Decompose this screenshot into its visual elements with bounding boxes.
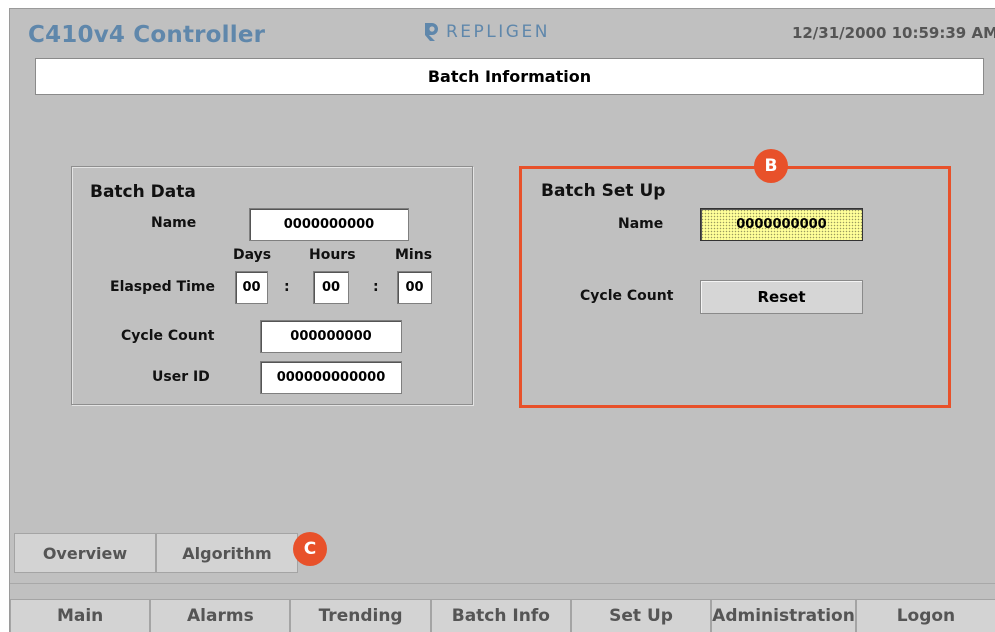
setup-cycle-count-label: Cycle Count (580, 288, 674, 304)
reset-button[interactable]: Reset (700, 280, 863, 314)
nav-tab-alarms[interactable]: Alarms (150, 599, 291, 632)
nav-tab-administration[interactable]: Administration (711, 599, 856, 632)
nav-tab-set-up[interactable]: Set Up (570, 599, 712, 632)
hours-label: Hours (309, 247, 356, 263)
nav-tab-main[interactable]: Main (10, 599, 151, 632)
logo-text: REPLIGEN (446, 22, 550, 42)
batch-data-panel: Batch Data Name 0000000000 Days Hours Mi… (71, 166, 473, 405)
batch-name-label: Name (151, 215, 197, 231)
marker-b-badge: B (754, 149, 788, 183)
nav-tab-trending[interactable]: Trending (290, 599, 431, 632)
app-title: C410v4 Controller (28, 22, 266, 48)
mins-field[interactable]: 00 (397, 271, 432, 304)
repligen-logo: REPLIGEN (423, 22, 550, 42)
tab-algorithm[interactable]: Algorithm (156, 533, 298, 573)
controller-screen: C410v4 Controller REPLIGEN 12/31/2000 10… (9, 8, 995, 632)
setup-name-label: Name (618, 216, 664, 232)
batch-setup-title: Batch Set Up (541, 181, 666, 201)
user-id-label: User ID (152, 369, 210, 385)
nav-tab-batch-info[interactable]: Batch Info (430, 599, 571, 632)
elapsed-time-label: Elasped Time (110, 279, 215, 295)
tab-overview[interactable]: Overview (14, 533, 156, 573)
time-separator: : (284, 279, 290, 295)
datetime-display: 12/31/2000 10:59:39 AM (791, 24, 995, 42)
user-id-field[interactable]: 000000000000 (260, 361, 402, 394)
main-nav-bar: Main Alarms Trending Batch Info Set Up A… (10, 599, 995, 632)
setup-name-field[interactable]: 0000000000 (700, 208, 863, 241)
days-field[interactable]: 00 (235, 271, 268, 304)
batch-data-title: Batch Data (90, 182, 196, 202)
batch-name-field[interactable]: 0000000000 (249, 208, 409, 241)
time-separator: : (373, 279, 379, 295)
days-label: Days (233, 247, 272, 263)
marker-c-badge: C (293, 532, 327, 566)
divider (10, 583, 995, 584)
hours-field[interactable]: 00 (313, 271, 349, 304)
cycle-count-label: Cycle Count (121, 328, 215, 344)
cycle-count-field[interactable]: 000000000 (260, 320, 402, 353)
nav-tab-logon[interactable]: Logon (855, 599, 995, 632)
mins-label: Mins (395, 247, 433, 263)
repligen-logo-icon (425, 23, 438, 41)
batch-setup-panel: Batch Set Up Name 0000000000 Cycle Count… (519, 166, 951, 408)
page-title: Batch Information (35, 58, 984, 95)
